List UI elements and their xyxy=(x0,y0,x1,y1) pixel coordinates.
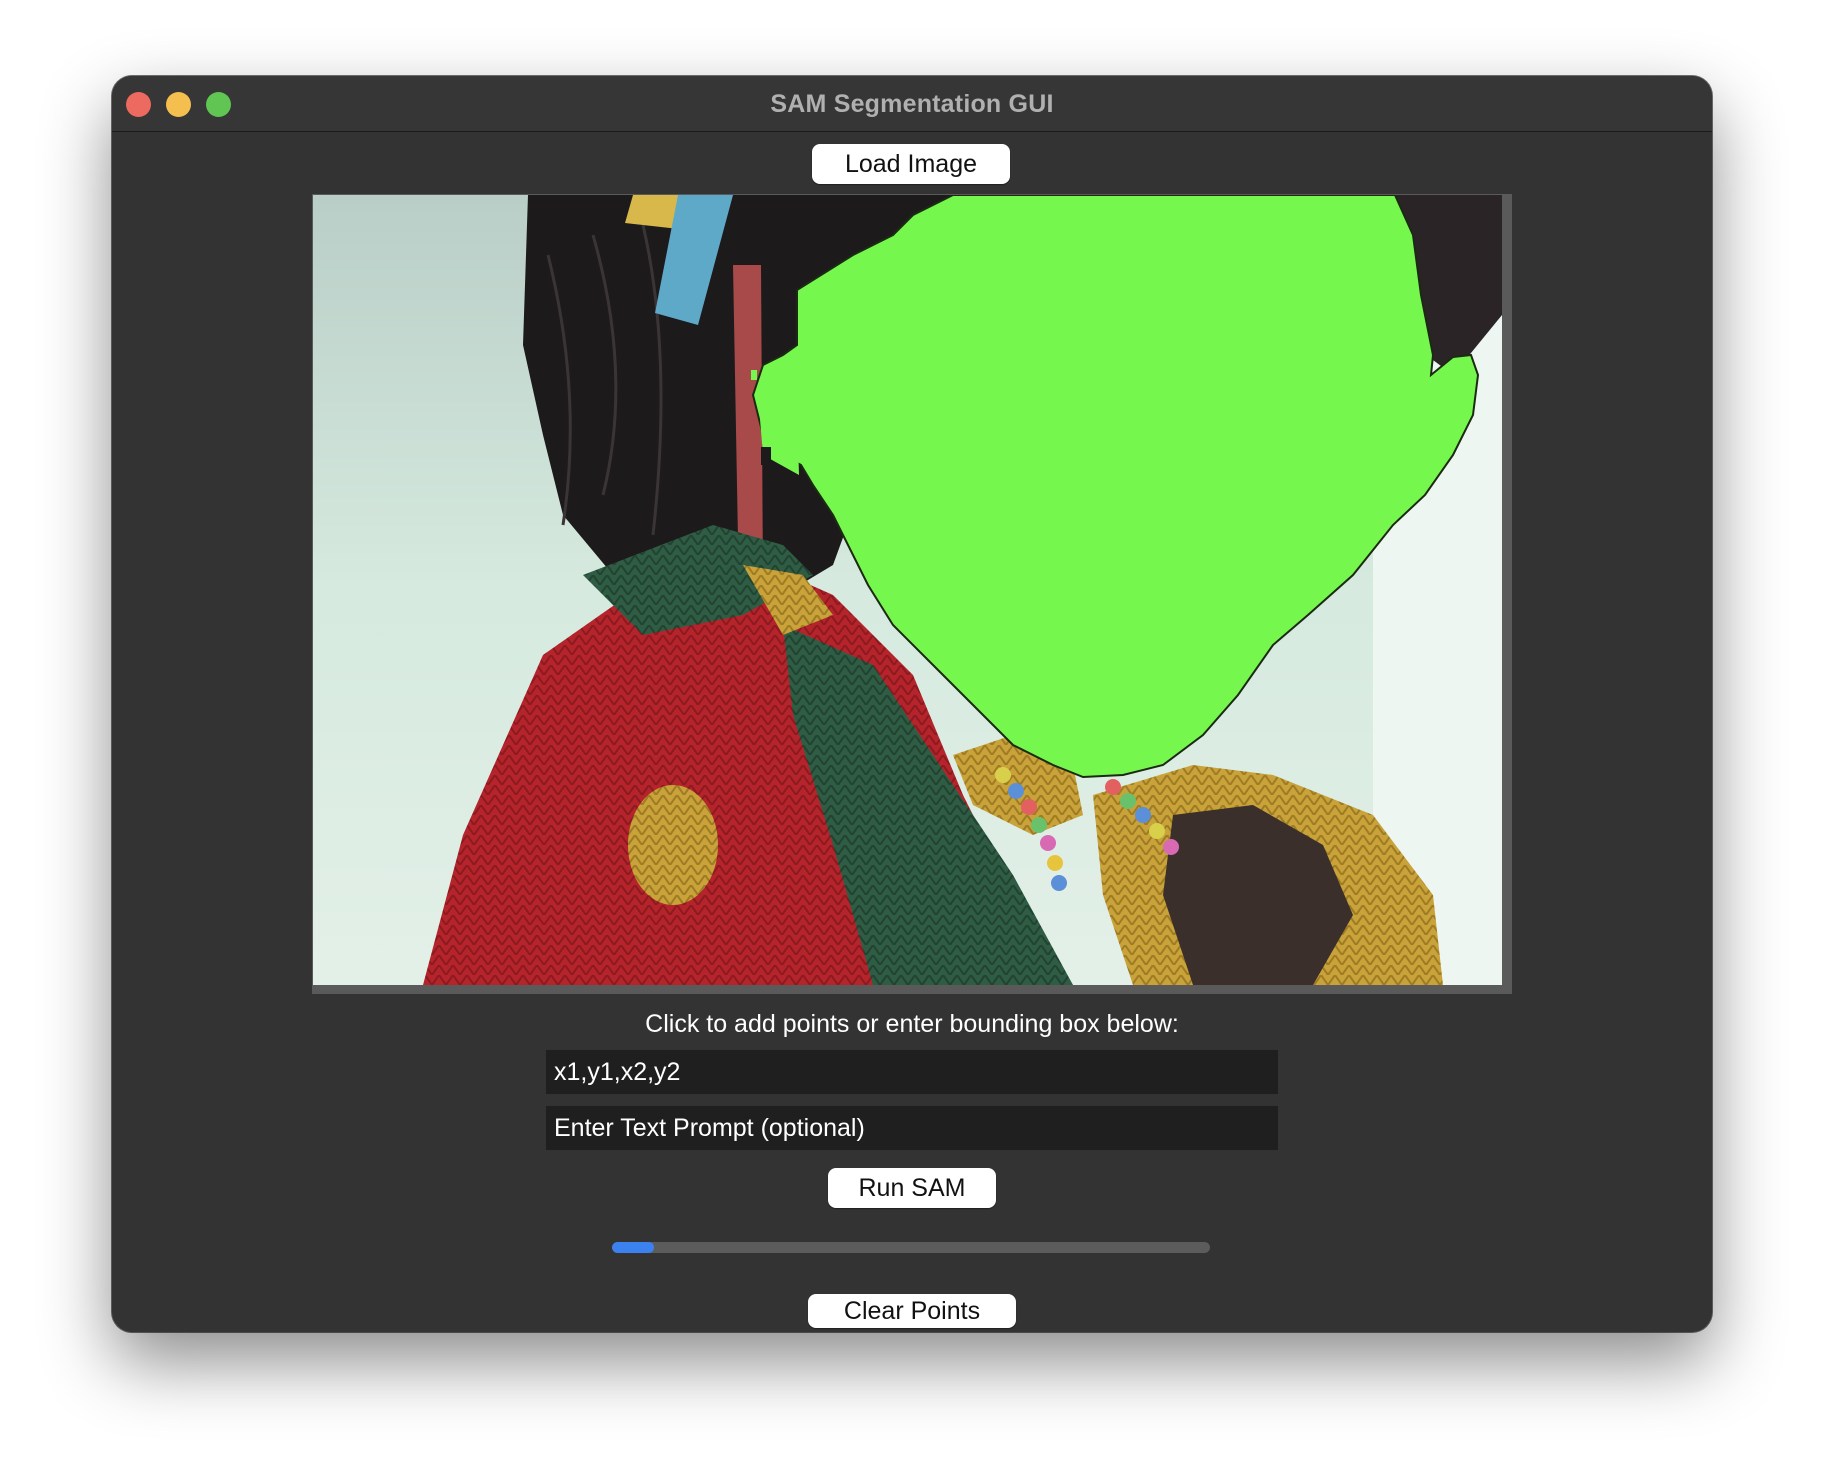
text-prompt-input[interactable]: Enter Text Prompt (optional) xyxy=(546,1106,1278,1150)
progress-bar xyxy=(612,1242,1210,1253)
window-title: SAM Segmentation GUI xyxy=(770,90,1054,118)
app-window: SAM Segmentation GUI Load Image Click to… xyxy=(112,76,1712,1332)
instruction-text: Click to add points or enter bounding bo… xyxy=(645,1010,1179,1038)
progress-fill xyxy=(612,1242,654,1253)
bounding-box-input[interactable]: x1,y1,x2,y2 xyxy=(546,1050,1278,1094)
image-canvas[interactable] xyxy=(313,195,1502,985)
image-frame xyxy=(312,194,1512,994)
clear-points-button[interactable]: Clear Points xyxy=(808,1294,1016,1328)
segmented-photo[interactable] xyxy=(313,195,1502,985)
run-sam-button[interactable]: Run SAM xyxy=(828,1168,996,1208)
title-bar[interactable]: SAM Segmentation GUI xyxy=(112,76,1712,132)
load-image-button[interactable]: Load Image xyxy=(812,144,1010,184)
